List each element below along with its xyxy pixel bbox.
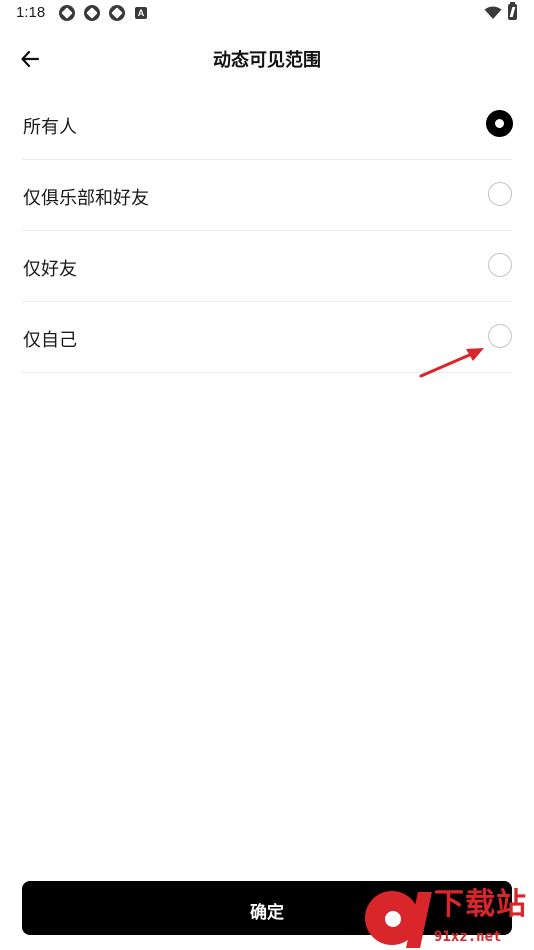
sync-icon xyxy=(109,5,125,21)
confirm-button-label: 确定 xyxy=(250,903,284,923)
radio-button[interactable] xyxy=(488,324,512,348)
page-title: 动态可见范围 xyxy=(213,50,321,71)
status-time: 1:18 xyxy=(16,4,46,21)
radio-button[interactable] xyxy=(488,182,512,206)
confirm-button[interactable]: 确定 xyxy=(22,881,512,935)
option-label: 仅自己 xyxy=(23,330,77,351)
option-everyone[interactable]: 所有人 xyxy=(22,89,513,160)
annotation-arrow-icon xyxy=(419,348,484,378)
sync-icon xyxy=(59,5,75,21)
wifi-icon xyxy=(484,6,502,19)
status-bar: 1:18 A xyxy=(0,0,534,28)
visibility-options-list: 所有人 仅俱乐部和好友 仅好友 仅自己 xyxy=(22,89,513,373)
battery-charging-icon xyxy=(508,2,517,20)
option-clubs-and-friends[interactable]: 仅俱乐部和好友 xyxy=(22,160,512,231)
option-label: 仅俱乐部和好友 xyxy=(23,188,149,209)
sync-icon xyxy=(84,5,100,21)
a-badge-icon: A xyxy=(135,7,147,19)
option-label: 仅好友 xyxy=(23,259,77,280)
option-friends-only[interactable]: 仅好友 xyxy=(22,231,512,302)
option-label: 所有人 xyxy=(23,117,77,138)
radio-button[interactable] xyxy=(488,253,512,277)
radio-button-checked[interactable] xyxy=(486,110,513,137)
header: 动态可见范围 xyxy=(0,34,534,84)
